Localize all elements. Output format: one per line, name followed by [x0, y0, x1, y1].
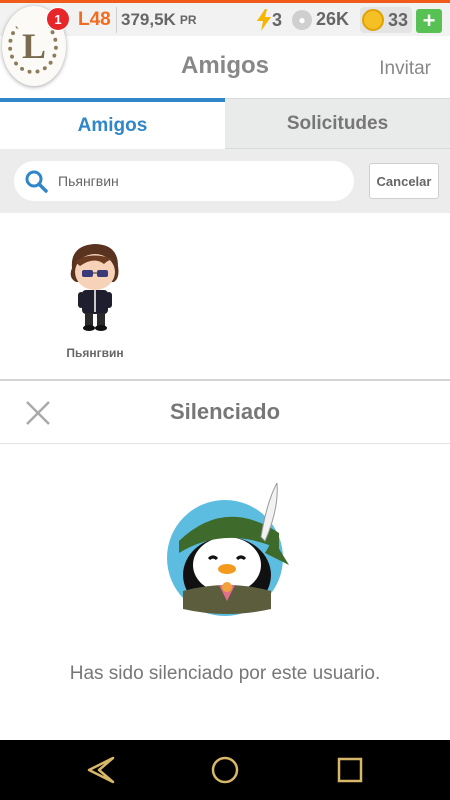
coins-counter[interactable]: 33 — [360, 7, 413, 33]
home-icon[interactable] — [209, 754, 241, 786]
search-icon — [22, 167, 50, 195]
points-value: 379,5K — [121, 10, 176, 29]
tab-amigos[interactable]: Amigos — [0, 98, 225, 149]
back-icon[interactable] — [85, 754, 117, 786]
muted-dialog-header: Silenciado — [0, 381, 450, 444]
notification-badge[interactable]: 1 — [46, 7, 70, 31]
muted-dialog-title: Silenciado — [169, 399, 281, 424]
coin-icon — [362, 9, 384, 31]
energy-value: 3 — [272, 9, 283, 30]
paws-value: 26K — [316, 9, 350, 29]
penguin-mascot-image — [167, 483, 289, 616]
cancel-button[interactable]: Cancelar — [369, 163, 439, 199]
muted-message: Has sido silenciado por este usuario. — [69, 663, 381, 684]
points-suffix: PR — [179, 13, 197, 27]
points-display: 379,5K PR — [116, 7, 197, 33]
lightning-icon — [257, 9, 271, 31]
invite-button[interactable]: Invitar — [379, 58, 431, 80]
search-input[interactable] — [56, 172, 340, 190]
search-field[interactable] — [14, 161, 354, 201]
paw-icon: ● — [292, 9, 312, 30]
muted-dialog: Silenciado Has sido silenciado por este … — [0, 379, 450, 742]
friend-name: Пьянгвин — [66, 346, 124, 360]
friend-avatar — [70, 244, 119, 331]
tab-solicitudes[interactable]: Solicitudes — [225, 98, 450, 149]
coins-value: 33 — [388, 9, 409, 30]
friend-result-card[interactable]: Пьянгвин — [50, 238, 140, 360]
system-navigation-bar — [0, 740, 450, 800]
search-bar: Cancelar — [0, 149, 450, 213]
paws-counter: ● 26K — [292, 9, 349, 30]
tab-bar: Amigos Solicitudes — [0, 98, 450, 149]
recent-apps-icon[interactable] — [334, 754, 366, 786]
energy-counter: 3 — [256, 9, 282, 31]
add-coins-button[interactable]: + — [416, 9, 442, 33]
level-indicator: L48 — [78, 9, 111, 30]
